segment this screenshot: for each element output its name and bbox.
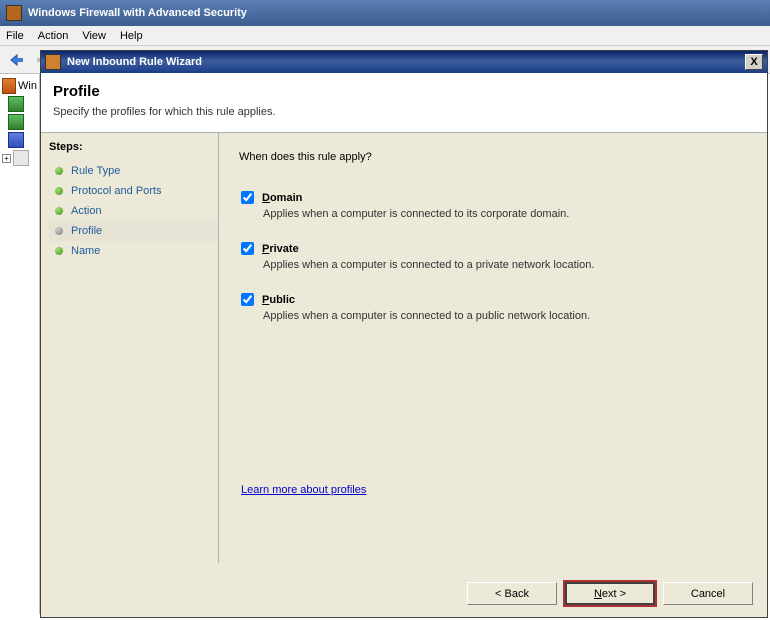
step-label: Protocol and Ports (71, 185, 162, 197)
step-label: Action (71, 205, 102, 217)
close-icon: X (750, 56, 757, 68)
content-panel: When does this rule apply? Domain Applies… (219, 133, 767, 563)
page-subtitle: Specify the profiles for which this rule… (53, 106, 755, 118)
profile-checkbox-domain[interactable] (241, 191, 254, 204)
window-title: Windows Firewall with Advanced Security (28, 7, 247, 19)
profile-option-domain: Domain Applies when a computer is connect… (241, 191, 747, 220)
step-item-action[interactable]: Action (49, 201, 218, 221)
cancel-button-label: Cancel (691, 588, 725, 600)
menu-help[interactable]: Help (120, 30, 143, 42)
step-bullet-icon (55, 187, 63, 195)
profile-label: Public (262, 294, 295, 306)
security-icon (8, 132, 24, 148)
tree-node[interactable] (8, 132, 37, 148)
step-bullet-icon (55, 247, 63, 255)
back-arrow-icon[interactable] (6, 50, 28, 70)
tree-root-label: Win (18, 80, 37, 92)
tree-root[interactable]: Win (2, 78, 37, 94)
back-button[interactable]: < Back (467, 582, 557, 605)
menu-file[interactable]: File (6, 30, 24, 42)
tree-panel: Win + (0, 74, 40, 614)
close-button[interactable]: X (745, 54, 763, 70)
dialog-button-row: < Back Next > Cancel (467, 582, 753, 605)
profile-checkbox-private[interactable] (241, 242, 254, 255)
tree-node[interactable] (8, 114, 37, 130)
content-prompt: When does this rule apply? (239, 151, 747, 163)
steps-heading: Steps: (49, 141, 218, 153)
dialog-header: Profile Specify the profiles for which t… (41, 73, 767, 133)
menubar: File Action View Help (0, 26, 770, 46)
next-button-label: Next > (594, 588, 626, 600)
tree-node[interactable] (8, 96, 37, 112)
step-item-rule-type[interactable]: Rule Type (49, 161, 218, 181)
learn-more-link[interactable]: Learn more about profiles (241, 484, 366, 496)
step-bullet-icon (55, 167, 63, 175)
next-button[interactable]: Next > (565, 582, 655, 605)
profile-checkbox-public[interactable] (241, 293, 254, 306)
step-item-name[interactable]: Name (49, 241, 218, 261)
dialog-body: Steps: Rule Type Protocol and Ports Action… (41, 133, 767, 563)
page-title: Profile (53, 83, 755, 100)
step-bullet-icon (55, 207, 63, 215)
wizard-dialog: New Inbound Rule Wizard X Profile Specif… (40, 50, 768, 618)
profile-label: Domain (262, 192, 302, 204)
profile-description: Applies when a computer is connected to … (263, 208, 747, 220)
folder-icon (13, 150, 29, 166)
menu-action[interactable]: Action (38, 30, 69, 42)
wizard-icon (45, 54, 61, 70)
tree-node-expandable[interactable]: + (2, 150, 37, 166)
profile-option-private: Private Applies when a computer is connec… (241, 242, 747, 271)
step-label: Profile (71, 225, 102, 237)
step-label: Rule Type (71, 165, 120, 177)
step-item-profile[interactable]: Profile (49, 221, 218, 241)
expand-icon[interactable]: + (2, 154, 11, 163)
firewall-icon (8, 96, 24, 112)
main-window-titlebar: Windows Firewall with Advanced Security (0, 0, 770, 26)
step-bullet-icon (55, 227, 63, 235)
step-item-protocol-and-ports[interactable]: Protocol and Ports (49, 181, 218, 201)
step-label: Name (71, 245, 100, 257)
app-icon (6, 5, 22, 21)
menu-view[interactable]: View (82, 30, 106, 42)
shield-icon (2, 78, 16, 94)
firewall-icon (8, 114, 24, 130)
back-button-label: < Back (495, 588, 529, 600)
cancel-button[interactable]: Cancel (663, 582, 753, 605)
steps-panel: Steps: Rule Type Protocol and Ports Action… (41, 133, 219, 563)
profile-description: Applies when a computer is connected to … (263, 259, 747, 271)
dialog-title: New Inbound Rule Wizard (67, 56, 745, 68)
profile-description: Applies when a computer is connected to … (263, 310, 747, 322)
profile-option-public: Public Applies when a computer is connect… (241, 293, 747, 322)
dialog-titlebar: New Inbound Rule Wizard X (41, 51, 767, 73)
profile-label: Private (262, 243, 299, 255)
